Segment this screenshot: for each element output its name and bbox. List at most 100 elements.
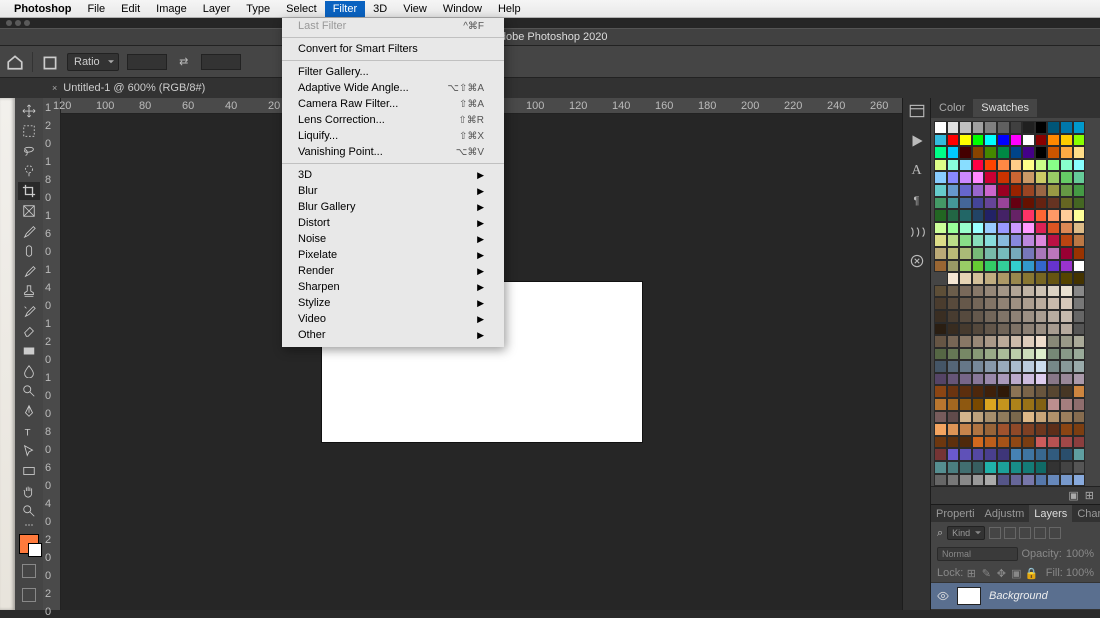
swatch[interactable] bbox=[1073, 474, 1086, 486]
swatch[interactable] bbox=[997, 121, 1010, 134]
swatch[interactable] bbox=[997, 385, 1010, 398]
hand-tool[interactable] bbox=[18, 482, 40, 500]
layer-background[interactable]: Background bbox=[931, 582, 1100, 610]
swatch[interactable] bbox=[984, 234, 997, 247]
swatch[interactable] bbox=[1010, 360, 1023, 373]
menu-file[interactable]: File bbox=[79, 1, 113, 17]
swatch[interactable] bbox=[1022, 385, 1035, 398]
swatch[interactable] bbox=[947, 323, 960, 336]
filter-menu-item[interactable]: Stylize▶ bbox=[282, 295, 504, 311]
swatch[interactable] bbox=[1047, 247, 1060, 260]
crop-tool[interactable] bbox=[18, 182, 40, 200]
swatch[interactable] bbox=[947, 247, 960, 260]
swatch[interactable] bbox=[934, 272, 947, 285]
swatch[interactable] bbox=[1060, 234, 1073, 247]
swatch[interactable] bbox=[1022, 209, 1035, 222]
swatch[interactable] bbox=[1047, 121, 1060, 134]
swatch[interactable] bbox=[1022, 474, 1035, 486]
swatch[interactable] bbox=[959, 285, 972, 298]
swatch[interactable] bbox=[1047, 461, 1060, 474]
swatch[interactable] bbox=[972, 398, 985, 411]
swatch[interactable] bbox=[959, 423, 972, 436]
menu-view[interactable]: View bbox=[395, 1, 435, 17]
swatch[interactable] bbox=[972, 171, 985, 184]
swatch[interactable] bbox=[959, 159, 972, 172]
filter-smart-icon[interactable] bbox=[1049, 527, 1061, 539]
swatch[interactable] bbox=[947, 260, 960, 273]
swatch[interactable] bbox=[972, 297, 985, 310]
tab-swatches[interactable]: Swatches bbox=[973, 99, 1037, 117]
swatch[interactable] bbox=[934, 209, 947, 222]
filter-menu-item[interactable]: Camera Raw Filter...⇧⌘A bbox=[282, 96, 504, 112]
swatch[interactable] bbox=[1047, 436, 1060, 449]
swatch[interactable] bbox=[984, 222, 997, 235]
menu-layer[interactable]: Layer bbox=[195, 1, 239, 17]
visibility-icon[interactable] bbox=[937, 590, 949, 602]
swatch[interactable] bbox=[1035, 134, 1048, 147]
swatch[interactable] bbox=[1010, 146, 1023, 159]
swatch[interactable] bbox=[984, 184, 997, 197]
swatch[interactable] bbox=[1035, 423, 1048, 436]
swatch[interactable] bbox=[1022, 360, 1035, 373]
swatch[interactable] bbox=[1022, 272, 1035, 285]
swatch[interactable] bbox=[1047, 423, 1060, 436]
swatch[interactable] bbox=[1010, 335, 1023, 348]
swatch[interactable] bbox=[934, 360, 947, 373]
character-icon[interactable]: A bbox=[908, 162, 926, 180]
swatch[interactable] bbox=[997, 335, 1010, 348]
swatch[interactable] bbox=[984, 360, 997, 373]
swatch[interactable] bbox=[997, 159, 1010, 172]
swatch[interactable] bbox=[1073, 121, 1086, 134]
swatch[interactable] bbox=[947, 285, 960, 298]
filter-type-icon[interactable] bbox=[1019, 527, 1031, 539]
filter-menu-item[interactable]: Convert for Smart Filters bbox=[282, 41, 504, 57]
swatch[interactable] bbox=[972, 360, 985, 373]
swatch[interactable] bbox=[1047, 159, 1060, 172]
move-tool[interactable] bbox=[18, 102, 40, 120]
swatch[interactable] bbox=[1035, 335, 1048, 348]
swatch[interactable] bbox=[947, 335, 960, 348]
swatch[interactable] bbox=[1060, 285, 1073, 298]
rectangle-tool[interactable] bbox=[18, 462, 40, 480]
swatch[interactable] bbox=[947, 474, 960, 486]
swatch[interactable] bbox=[972, 436, 985, 449]
swatch[interactable] bbox=[1047, 411, 1060, 424]
swatch[interactable] bbox=[997, 184, 1010, 197]
menu-image[interactable]: Image bbox=[148, 1, 195, 17]
history-icon[interactable] bbox=[908, 102, 926, 120]
swatch[interactable] bbox=[997, 373, 1010, 386]
swatch[interactable] bbox=[1010, 423, 1023, 436]
swatch[interactable] bbox=[984, 474, 997, 486]
swatch[interactable] bbox=[984, 310, 997, 323]
swatch[interactable] bbox=[1060, 436, 1073, 449]
swatch[interactable] bbox=[1035, 171, 1048, 184]
swatch[interactable] bbox=[1073, 335, 1086, 348]
swatch[interactable] bbox=[1073, 209, 1086, 222]
swatch[interactable] bbox=[934, 423, 947, 436]
swatch[interactable] bbox=[972, 448, 985, 461]
swatch[interactable] bbox=[997, 474, 1010, 486]
swatch[interactable] bbox=[1073, 134, 1086, 147]
swatch[interactable] bbox=[1060, 184, 1073, 197]
filter-menu-item[interactable]: Noise▶ bbox=[282, 231, 504, 247]
close-tab-icon[interactable]: × bbox=[52, 83, 57, 93]
filter-menu-item[interactable]: Lens Correction...⇧⌘R bbox=[282, 112, 504, 128]
swatch[interactable] bbox=[934, 134, 947, 147]
swatch[interactable] bbox=[984, 260, 997, 273]
swatch[interactable] bbox=[959, 171, 972, 184]
swatch[interactable] bbox=[1035, 146, 1048, 159]
swatch[interactable] bbox=[972, 159, 985, 172]
swatch[interactable] bbox=[1010, 310, 1023, 323]
swatch[interactable] bbox=[1073, 222, 1086, 235]
swatch[interactable] bbox=[959, 247, 972, 260]
menu-window[interactable]: Window bbox=[435, 1, 490, 17]
swatch[interactable] bbox=[1060, 222, 1073, 235]
swatch[interactable] bbox=[1022, 184, 1035, 197]
swatch[interactable] bbox=[959, 323, 972, 336]
swatch[interactable] bbox=[959, 184, 972, 197]
swatch[interactable] bbox=[959, 197, 972, 210]
swatch[interactable] bbox=[959, 134, 972, 147]
swatch[interactable] bbox=[1073, 260, 1086, 273]
swatch[interactable] bbox=[934, 260, 947, 273]
lock-transparent-icon[interactable]: ⊞ bbox=[966, 568, 976, 578]
